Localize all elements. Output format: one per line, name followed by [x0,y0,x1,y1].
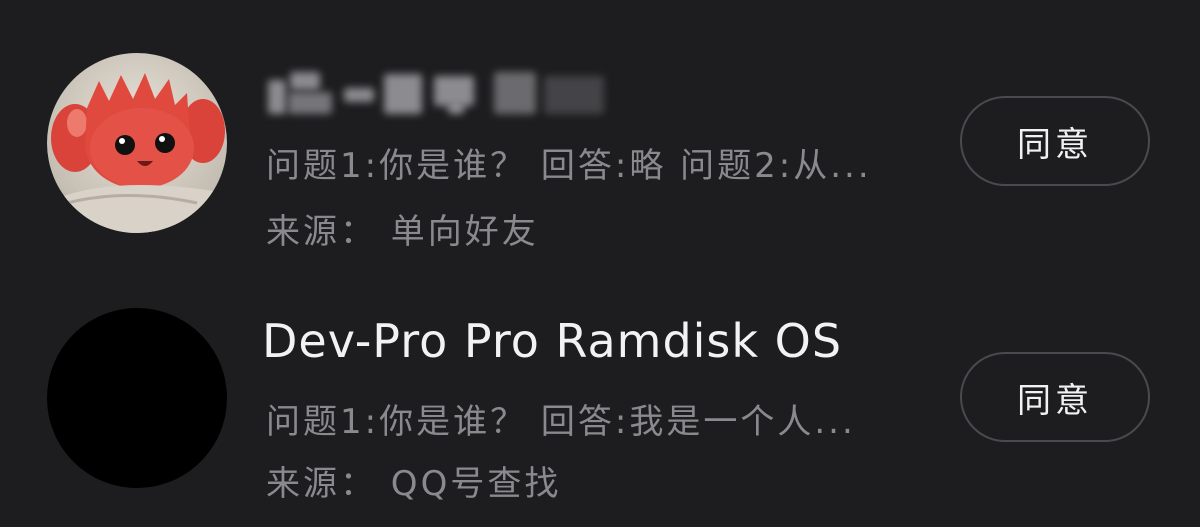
avatar[interactable] [47,53,227,233]
verification-question: 问题1:你是谁？ 回答:我是一个人... [266,402,856,442]
request-source: 来源： QQ号查找 [266,464,562,504]
friend-request-item[interactable]: 问题1:你是谁？ 回答:略 问题2:从... 来源： 单向好友 同意 [0,10,1200,260]
verification-question: 问题1:你是谁？ 回答:略 问题2:从... [266,146,872,186]
friend-request-item[interactable]: Dev-Pro Pro Ramdisk OS 问题1:你是谁？ 回答:我是一个人… [0,266,1200,516]
crab-mascot-icon [47,53,227,233]
friend-request-list: 问题1:你是谁？ 回答:略 问题2:从... 来源： 单向好友 同意 Dev-P… [0,0,1200,527]
accept-button[interactable]: 同意 [960,96,1150,186]
request-source: 来源： 单向好友 [266,212,539,252]
name-blurred [262,70,622,118]
requester-name: Dev-Pro Pro Ramdisk OS [262,314,843,368]
accept-button[interactable]: 同意 [960,352,1150,442]
avatar[interactable] [47,308,227,488]
